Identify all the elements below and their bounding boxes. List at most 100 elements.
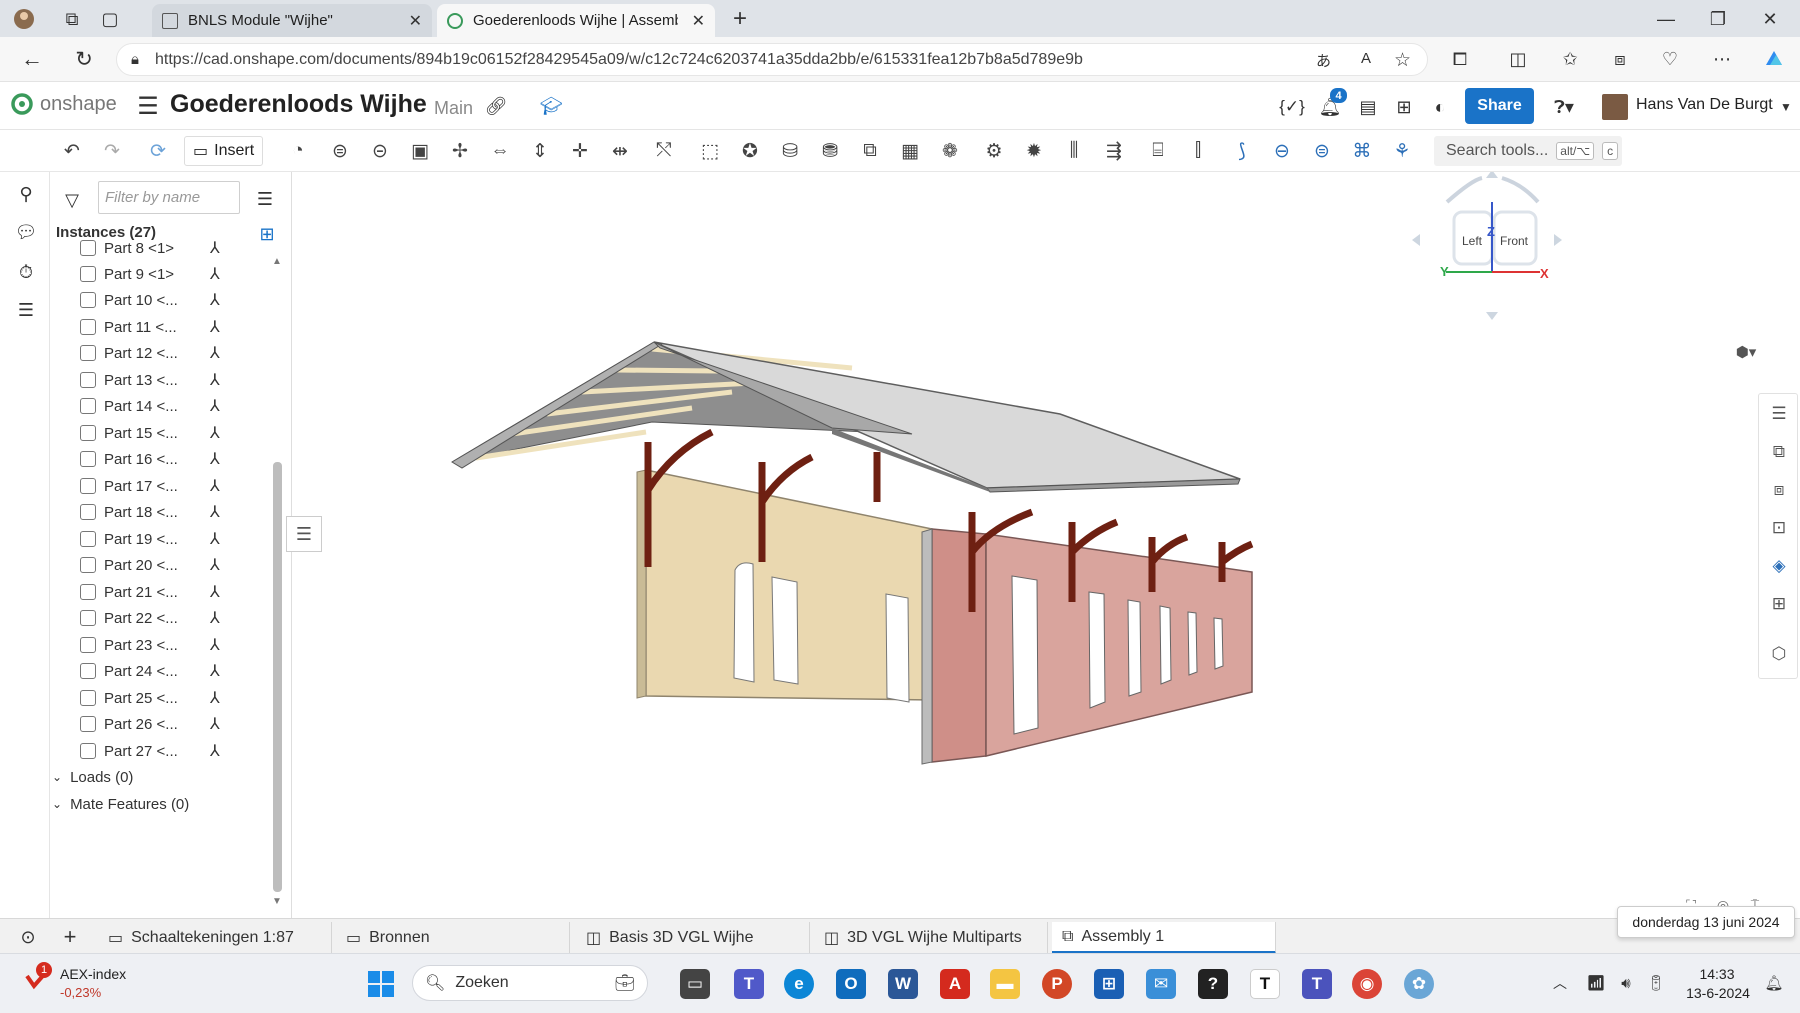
- browser-essentials-icon[interactable]: ♡: [1656, 45, 1684, 73]
- browser-tab-bnls[interactable]: BNLS Module "Wijhe" ✕: [152, 4, 432, 37]
- list-item[interactable]: Part 11 <... ⅄: [80, 314, 220, 340]
- slider-mate-icon[interactable]: ⊝: [366, 138, 394, 164]
- chrome-icon[interactable]: ◉: [1352, 969, 1382, 999]
- teams-new-icon[interactable]: T: [1302, 969, 1332, 999]
- list-item[interactable]: Part 16 <... ⅄: [80, 446, 220, 472]
- mail-icon[interactable]: ✉: [1146, 969, 1176, 999]
- list-item[interactable]: Part 21 <... ⅄: [80, 579, 220, 605]
- list-item[interactable]: Part 20 <... ⅄: [80, 552, 220, 578]
- windows-start-icon[interactable]: [366, 969, 396, 999]
- battery-icon[interactable]: 🔋︎: [1644, 970, 1668, 996]
- simulation-icon[interactable]: ⟆: [1228, 138, 1256, 164]
- url-field[interactable]: 🔒︎ https://cad.onshape.com/documents/894…: [116, 43, 1428, 76]
- render-panel-icon[interactable]: ◈: [1767, 554, 1791, 578]
- acrobat-icon[interactable]: A: [940, 969, 970, 999]
- explode-icon[interactable]: ⇶: [1100, 138, 1128, 164]
- revolute-mate-icon[interactable]: ⊜: [326, 138, 354, 164]
- more-menu-icon[interactable]: ⋯: [1708, 45, 1736, 73]
- graphics-viewport[interactable]: ☰ Z Y X Left Front ⬢▾ ⛶ ◎ ⍑: [286, 172, 1800, 920]
- section-view-icon[interactable]: ⌸: [1144, 138, 1172, 164]
- panel-scrollbar[interactable]: [273, 462, 282, 892]
- parallel-mate-icon[interactable]: ✛: [566, 138, 594, 164]
- tab-schaaltekeningen[interactable]: ▭ Schaaltekeningen 1:87: [98, 922, 332, 954]
- list-item[interactable]: Part 26 <... ⅄: [80, 711, 220, 737]
- search-tools-field[interactable]: Search tools... alt/⌥ c: [1434, 136, 1622, 166]
- teams-icon[interactable]: T: [734, 969, 764, 999]
- extensions-icon[interactable]: ⧠: [1446, 45, 1474, 73]
- wifi-icon[interactable]: 📶︎: [1584, 970, 1608, 996]
- rack-pinion-icon[interactable]: ⛃: [816, 138, 844, 164]
- share-button[interactable]: Share: [1465, 88, 1534, 124]
- view-cube[interactable]: Z Y X Left Front: [1412, 172, 1562, 332]
- list-item[interactable]: Part 27 <... ⅄: [80, 738, 220, 764]
- list-item[interactable]: Part 15 <... ⅄: [80, 420, 220, 446]
- planar-mate-icon[interactable]: ▣: [406, 138, 434, 164]
- bom-icon[interactable]: ☰: [12, 296, 40, 324]
- tab-manager-icon[interactable]: ⊙: [14, 923, 42, 951]
- comments-icon[interactable]: 💬︎: [12, 218, 40, 246]
- tab-assembly-1[interactable]: ⧉ Assembly 1: [1052, 922, 1276, 954]
- gears-icon[interactable]: ⚙︎: [980, 138, 1008, 164]
- list-item[interactable]: Part 25 <... ⅄: [80, 685, 220, 711]
- list-item[interactable]: Part 22 <... ⅄: [80, 605, 220, 631]
- insert-icon[interactable]: ⟳: [144, 138, 172, 164]
- onshape-logo[interactable]: onshape: [10, 92, 117, 116]
- store-icon[interactable]: ⊞: [1094, 969, 1124, 999]
- notification-center-icon[interactable]: 🔔︎: [1762, 970, 1786, 996]
- document-title[interactable]: Goederenloods Wijhe: [170, 90, 427, 119]
- filter-input[interactable]: Filter by name: [98, 181, 240, 214]
- minimize-icon[interactable]: —: [1652, 6, 1680, 32]
- list-item[interactable]: Part 12 <... ⅄: [80, 340, 220, 366]
- properties-panel-icon[interactable]: ☰: [1767, 402, 1791, 426]
- edge-icon[interactable]: e: [784, 969, 814, 999]
- stock-name[interactable]: AEX-index: [60, 966, 126, 982]
- app-icon[interactable]: ✿: [1404, 969, 1434, 999]
- list-item[interactable]: Part 10 <... ⅄: [80, 287, 220, 313]
- file-explorer-icon[interactable]: ▬: [990, 969, 1020, 999]
- scroll-down-icon[interactable]: ▼: [270, 894, 284, 908]
- list-item[interactable]: Part 13 <... ⅄: [80, 367, 220, 393]
- workspaces-icon[interactable]: ⧉: [58, 6, 86, 32]
- view-options-icon[interactable]: ⬢▾: [1726, 340, 1766, 364]
- add-tab-icon[interactable]: +: [56, 923, 84, 951]
- fastened-mate-icon[interactable]: ◔: [284, 138, 312, 164]
- tab-multiparts[interactable]: ◫ 3D VGL Wijhe Multiparts: [814, 922, 1048, 954]
- history-icon[interactable]: ⏱︎: [12, 258, 40, 286]
- insert-button[interactable]: ▭ Insert: [184, 136, 264, 166]
- list-view-icon[interactable]: ☰: [252, 186, 278, 212]
- typora-icon[interactable]: T: [1250, 969, 1280, 999]
- profile-icon[interactable]: [10, 6, 38, 32]
- measure-icon[interactable]: ⫿: [1184, 138, 1212, 164]
- mate-connector-tool-icon[interactable]: ⤲: [650, 138, 678, 164]
- release-management-icon[interactable]: ▤: [1354, 94, 1382, 120]
- pattern-icon[interactable]: ⫼: [1060, 138, 1088, 164]
- gear-relation-icon[interactable]: ⛁: [776, 138, 804, 164]
- close-icon[interactable]: ✕: [409, 11, 422, 31]
- tab-bronnen[interactable]: ▭ Bronnen: [336, 922, 570, 954]
- task-view-icon[interactable]: ▭: [680, 969, 710, 999]
- constraint-icon[interactable]: ⌘: [1348, 138, 1376, 164]
- read-aloud-icon[interactable]: A: [1361, 50, 1371, 67]
- clock-time[interactable]: 14:33: [1684, 966, 1750, 982]
- screw-relation-icon[interactable]: ⧉: [856, 138, 884, 164]
- undo-icon[interactable]: ↶: [58, 138, 86, 164]
- list-item[interactable]: Part 23 <... ⅄: [80, 632, 220, 658]
- pin-slot-mate-icon[interactable]: ⇔: [486, 138, 514, 164]
- branch-label[interactable]: Main: [434, 98, 473, 119]
- taskbar-search[interactable]: 🔍︎ Zoeken 💼︎: [412, 965, 648, 1001]
- split-screen-icon[interactable]: ◫: [1504, 45, 1532, 73]
- left-face-label[interactable]: Left: [1462, 234, 1482, 248]
- chevron-up-icon[interactable]: ︿: [1550, 970, 1570, 996]
- clock-date[interactable]: 13-6-2024: [1680, 985, 1756, 1001]
- tangent-mate-icon[interactable]: ⇹: [606, 138, 634, 164]
- configurations-panel-icon[interactable]: ⧈: [1767, 478, 1791, 502]
- list-item[interactable]: Part 18 <... ⅄: [80, 499, 220, 525]
- restore-icon[interactable]: ❐: [1704, 6, 1732, 32]
- linear-relation-icon[interactable]: ▦: [896, 138, 924, 164]
- help-icon[interactable]: ❓︎▾: [1546, 94, 1582, 120]
- filter-icon[interactable]: ▽: [60, 188, 84, 212]
- cylindrical-mate-icon[interactable]: ✢: [446, 138, 474, 164]
- hamburger-menu-icon[interactable]: ☰: [134, 92, 162, 120]
- vertical-tabs-icon[interactable]: ▢: [96, 6, 124, 32]
- word-icon[interactable]: W: [888, 969, 918, 999]
